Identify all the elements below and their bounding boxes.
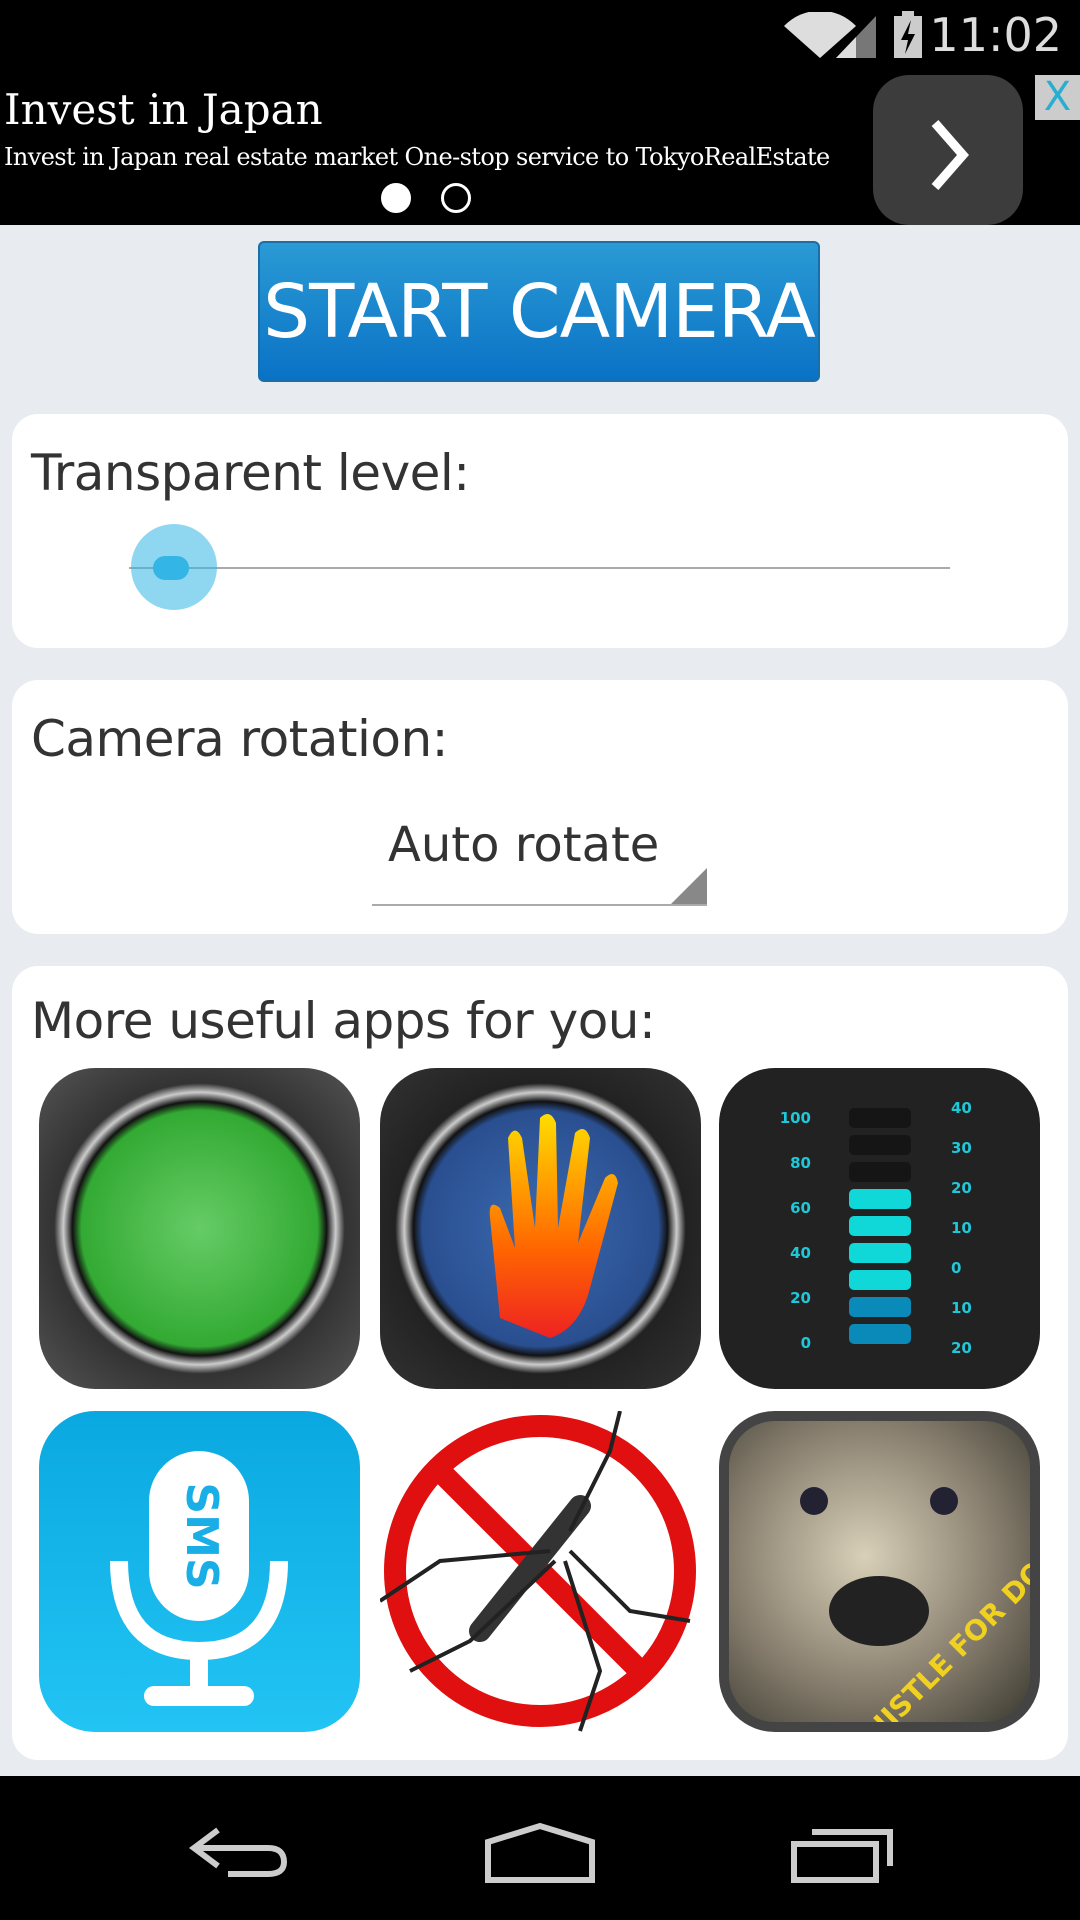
microphone-icon: SMS xyxy=(110,1451,288,1706)
start-camera-button[interactable]: START CAMERA xyxy=(258,241,820,382)
ad-close-button[interactable]: X xyxy=(1035,75,1080,120)
sms-badge: SMS xyxy=(176,1482,227,1589)
night-vision-app-icon[interactable] xyxy=(39,1068,360,1389)
back-icon[interactable] xyxy=(188,1822,290,1878)
scale-label: 60 xyxy=(790,1199,811,1217)
scale-label: 20 xyxy=(951,1179,972,1197)
dog-face-icon: WHISTLE FOR DOG xyxy=(800,1487,1030,1722)
gauge-bar xyxy=(849,1243,911,1263)
gauge-bar xyxy=(849,1135,911,1155)
gauge-bar xyxy=(849,1189,911,1209)
scale-label: 20 xyxy=(951,1339,972,1357)
ad-page-dot[interactable] xyxy=(441,183,471,213)
dropdown-arrow-icon xyxy=(671,868,707,904)
navigation-bar xyxy=(0,1776,1080,1920)
dog-whistle-app-icon[interactable]: WHISTLE FOR DOG xyxy=(719,1411,1040,1732)
rotation-label: Camera rotation: xyxy=(31,710,449,768)
scale-label: 40 xyxy=(790,1244,811,1262)
slider-thumb-core xyxy=(152,556,189,580)
ad-title: Invest in Japan xyxy=(4,85,323,134)
transparency-label: Transparent level: xyxy=(31,444,470,502)
scale-label: 10 xyxy=(951,1299,972,1317)
status-bar: 11:02 xyxy=(0,0,1080,65)
rotation-dropdown[interactable]: Auto rotate xyxy=(372,812,707,906)
gauge-bar xyxy=(849,1324,911,1344)
scale-label: 30 xyxy=(951,1139,972,1157)
scale-label: 40 xyxy=(951,1099,972,1117)
no-mosquito-icon xyxy=(380,1411,696,1732)
scale-label: 0 xyxy=(801,1334,811,1352)
signal-icon xyxy=(836,16,876,58)
scale-label: 100 xyxy=(780,1109,811,1127)
clock: 11:02 xyxy=(929,8,1062,62)
scale-label: 80 xyxy=(790,1154,811,1172)
ad-banner[interactable]: Invest in Japan Invest in Japan real est… xyxy=(0,65,1080,225)
sms-voice-app-icon[interactable]: SMS xyxy=(39,1411,360,1732)
ad-page-dot-active[interactable] xyxy=(381,183,411,213)
recent-apps-icon[interactable] xyxy=(790,1822,896,1884)
scale-label: 10 xyxy=(951,1219,972,1237)
home-icon[interactable] xyxy=(484,1822,596,1884)
rotation-selected: Auto rotate xyxy=(388,817,660,873)
gauge-bar xyxy=(849,1108,911,1128)
gauge-bar xyxy=(849,1270,911,1290)
thermometer-gauge-icon: 1008060402004030201001020 xyxy=(780,1099,972,1357)
chevron-right-icon xyxy=(931,120,969,190)
battery-charging-icon xyxy=(894,11,922,58)
gauge-bar xyxy=(849,1162,911,1182)
thermometer-app-icon[interactable]: 100 80 60 40 20 0 40 30 20 10 0 10 20 xyxy=(719,1068,1040,1389)
thermal-camera-app-icon[interactable] xyxy=(380,1068,701,1389)
gauge-bar xyxy=(849,1216,911,1236)
apps-label: More useful apps for you: xyxy=(31,992,656,1050)
hand-icon xyxy=(489,1114,618,1338)
transparency-slider[interactable] xyxy=(129,567,950,569)
ad-next-button[interactable] xyxy=(873,75,1023,225)
scale-label: 0 xyxy=(951,1259,961,1277)
scale-label: 20 xyxy=(790,1289,811,1307)
anti-mosquito-app-icon[interactable] xyxy=(380,1411,701,1732)
gauge-bar xyxy=(849,1297,911,1317)
ad-description: Invest in Japan real estate market One-s… xyxy=(4,143,830,171)
